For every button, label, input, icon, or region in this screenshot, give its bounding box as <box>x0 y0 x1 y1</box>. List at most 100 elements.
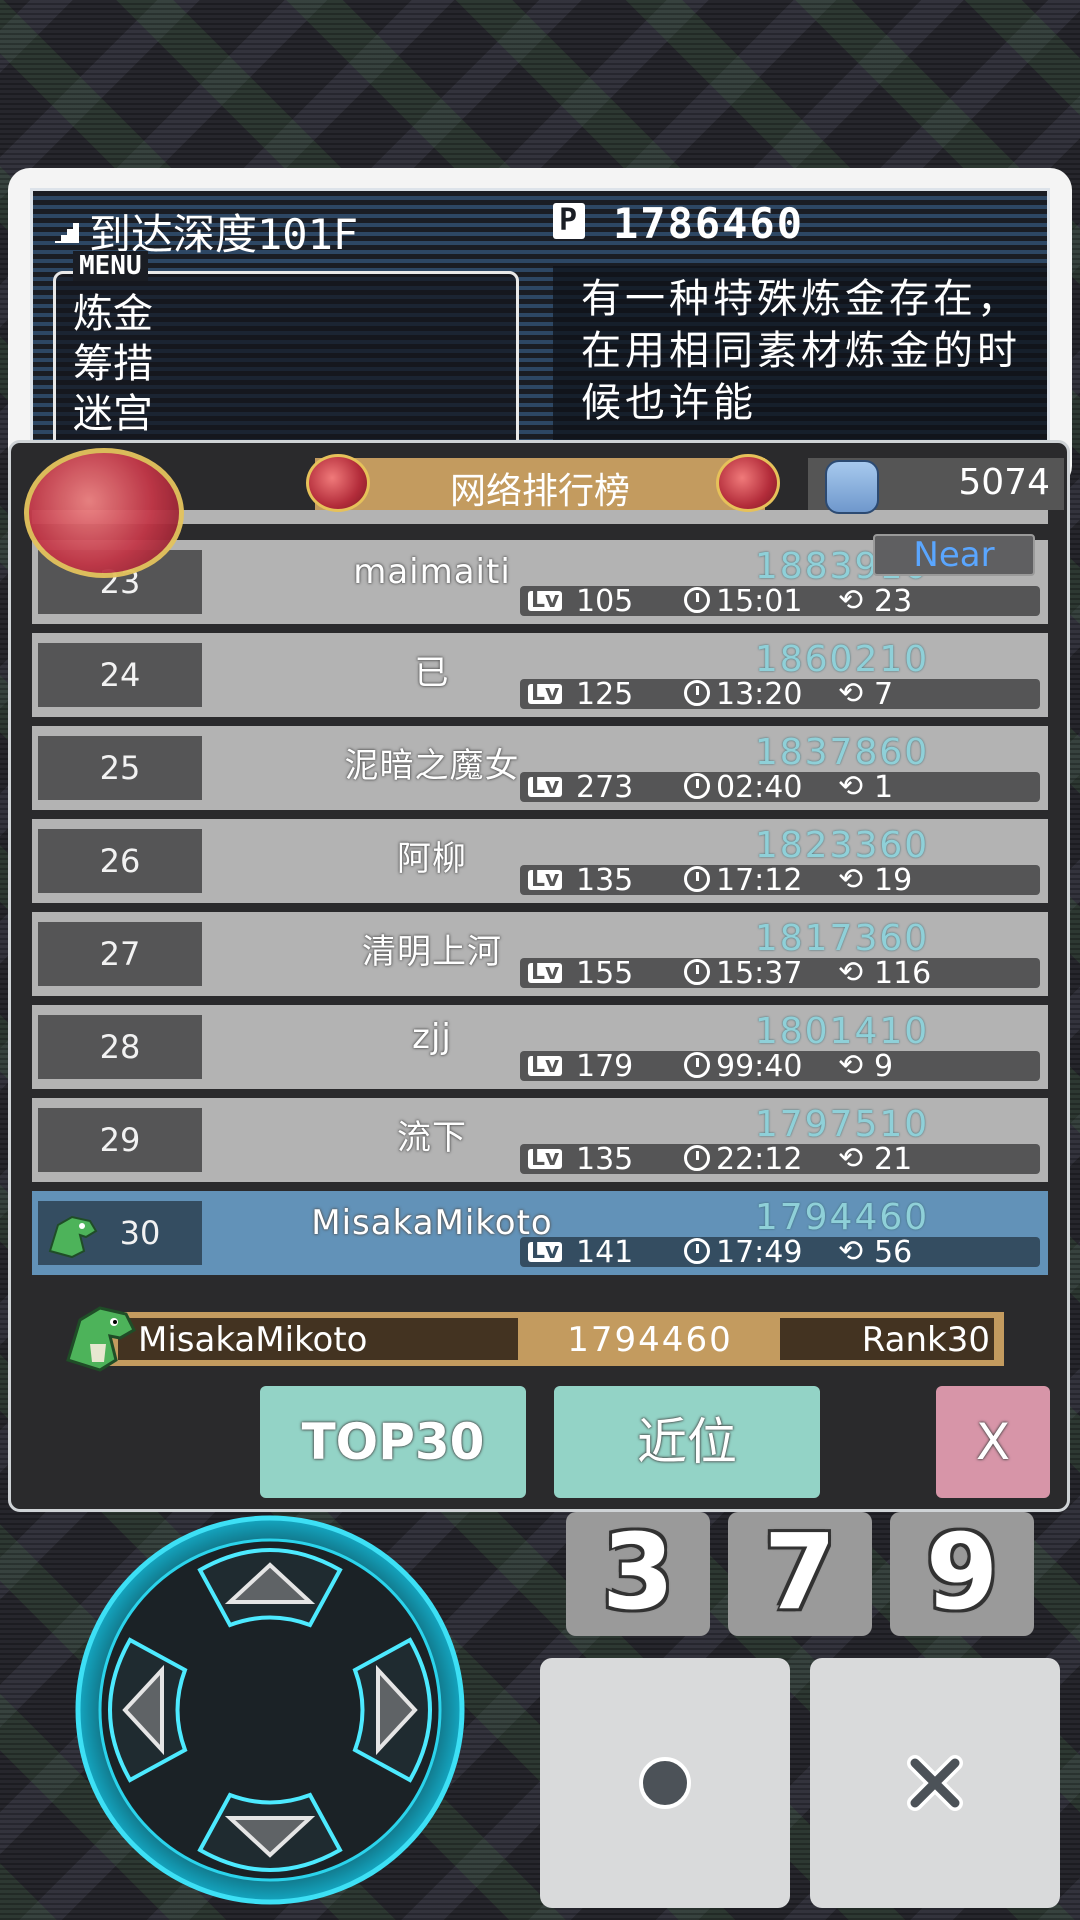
player-score: 1837860 <box>754 732 930 773</box>
player-level: 273 <box>576 770 634 805</box>
crown-icon <box>24 448 184 578</box>
player-time: 17:12 <box>716 863 803 898</box>
key-3-button[interactable]: 3 <box>566 1512 710 1636</box>
self-score: 1794460 <box>567 1320 733 1360</box>
player-stats: Lv 179 99:40 ⟲ 9 <box>520 1048 1040 1084</box>
player-stats: Lv 155 15:37 ⟲ 116 <box>520 955 1040 991</box>
rank-number: 26 <box>38 829 202 893</box>
dino-avatar-icon <box>48 1215 98 1259</box>
player-time: 15:37 <box>716 956 803 991</box>
player-stats: Lv 135 22:12 ⟲ 21 <box>520 1141 1040 1177</box>
close-button[interactable]: X <box>936 1386 1050 1498</box>
rank-number: 24 <box>38 643 202 707</box>
player-score: 1823360 <box>754 825 930 866</box>
level-label: Lv <box>528 869 563 891</box>
player-loops: 19 <box>874 863 913 898</box>
description-text: 有一种特殊炼金存在，在用相同素材炼金的时候也许能 <box>581 276 1021 426</box>
loop-icon: ⟲ <box>838 1234 864 1269</box>
players-count: 5074 <box>958 462 1050 503</box>
cancel-button[interactable] <box>810 1658 1060 1908</box>
player-time: 17:49 <box>716 1235 803 1270</box>
player-stats: Lv 125 13:20 ⟲ 7 <box>520 676 1040 712</box>
player-time: 13:20 <box>716 677 803 712</box>
clock-icon <box>684 1052 710 1078</box>
table-row-self[interactable]: 30 MisakaMikoto 1794460 Lv 141 17:49 ⟲ 56 <box>32 1191 1048 1275</box>
key-9-button[interactable]: 9 <box>890 1512 1034 1636</box>
near-rank-button[interactable]: 近位 <box>554 1386 820 1498</box>
player-level: 135 <box>576 863 634 898</box>
menu-title: MENU <box>73 251 148 281</box>
player-loops: 7 <box>874 677 894 712</box>
menu-item-maze[interactable]: 迷宫 <box>73 381 153 439</box>
loop-icon: ⟲ <box>838 1048 864 1083</box>
player-score: 1860210 <box>754 639 930 680</box>
player-level: 141 <box>576 1235 634 1270</box>
dpad-icon[interactable] <box>70 1510 470 1910</box>
players-icon <box>825 460 879 514</box>
clock-icon <box>684 680 710 706</box>
player-stats: Lv 273 02:40 ⟲ 1 <box>520 769 1040 805</box>
player-score: 1794460 <box>754 1197 930 1238</box>
clock-icon <box>684 773 710 799</box>
player-level: 155 <box>576 956 634 991</box>
player-loops: 23 <box>874 584 913 619</box>
player-time: 15:01 <box>716 584 803 619</box>
loop-icon: ⟲ <box>838 769 864 804</box>
near-tab[interactable]: Near <box>873 534 1035 576</box>
key-7-button[interactable]: 7 <box>728 1512 872 1636</box>
table-row[interactable]: 29 流下 1797510 Lv 135 22:12 ⟲ 21 <box>32 1098 1048 1182</box>
points-value: 1786460 <box>613 199 805 248</box>
player-stats: Lv 105 15:01 ⟲ 23 <box>520 583 1040 619</box>
points-icon <box>553 203 585 239</box>
player-time: 99:40 <box>716 1049 803 1084</box>
player-level: 135 <box>576 1142 634 1177</box>
circle-icon <box>639 1757 691 1809</box>
clock-icon <box>684 866 710 892</box>
player-time: 02:40 <box>716 770 803 805</box>
self-rank: Rank30 <box>861 1320 990 1360</box>
loop-icon: ⟲ <box>838 676 864 711</box>
confirm-button[interactable] <box>540 1658 790 1908</box>
rank-number: 28 <box>38 1015 202 1079</box>
rank-number: 29 <box>38 1108 202 1172</box>
ranking-list[interactable]: 23 maimaiti 1883910 Lv 105 15:01 ⟲ 23 24 已 1860210… <box>32 510 1048 1292</box>
top30-button[interactable]: TOP30 <box>260 1386 526 1498</box>
table-row[interactable]: 28 zjj 1801410 Lv 179 99:40 ⟲ 9 <box>32 1005 1048 1089</box>
clock-icon <box>684 1238 710 1264</box>
cross-icon <box>907 1755 963 1811</box>
self-name: MisakaMikoto <box>138 1320 368 1360</box>
player-loops: 1 <box>874 770 894 805</box>
player-score: 1801410 <box>754 1011 930 1052</box>
rank-number: 25 <box>38 736 202 800</box>
player-stats: Lv 135 17:12 ⟲ 19 <box>520 862 1040 898</box>
dino-avatar-icon <box>66 1306 136 1372</box>
clock-icon <box>684 959 710 985</box>
player-score: 1797510 <box>754 1104 930 1145</box>
player-level: 105 <box>576 584 634 619</box>
clock-icon <box>684 1145 710 1171</box>
loop-icon: ⟲ <box>838 1141 864 1176</box>
level-label: Lv <box>528 590 563 612</box>
clock-icon <box>684 587 710 613</box>
level-label: Lv <box>528 962 563 984</box>
table-row[interactable]: 25 泥暗之魔女 1837860 Lv 273 02:40 ⟲ 1 <box>32 726 1048 810</box>
table-row[interactable]: 24 已 1860210 Lv 125 13:20 ⟲ 7 <box>32 633 1048 717</box>
player-loops: 9 <box>874 1049 894 1084</box>
table-row[interactable]: 27 清明上河 1817360 Lv 155 15:37 ⟲ 116 <box>32 912 1048 996</box>
player-time: 22:12 <box>716 1142 803 1177</box>
loop-icon: ⟲ <box>838 583 864 618</box>
table-row[interactable]: 26 阿柳 1823360 Lv 135 17:12 ⟲ 19 <box>32 819 1048 903</box>
player-loops: 21 <box>874 1142 913 1177</box>
player-stats: Lv 141 17:49 ⟲ 56 <box>520 1234 1040 1270</box>
level-label: Lv <box>528 1148 563 1170</box>
loop-icon: ⟲ <box>838 955 864 990</box>
player-score: 1817360 <box>754 918 930 959</box>
player-level: 179 <box>576 1049 634 1084</box>
level-label: Lv <box>528 1055 563 1077</box>
player-loops: 116 <box>874 956 932 991</box>
level-label: Lv <box>528 776 563 798</box>
player-level: 125 <box>576 677 634 712</box>
rank-number: 30 <box>38 1201 202 1265</box>
ranking-title: 网络排行榜 <box>449 471 630 512</box>
rank-number: 27 <box>38 922 202 986</box>
